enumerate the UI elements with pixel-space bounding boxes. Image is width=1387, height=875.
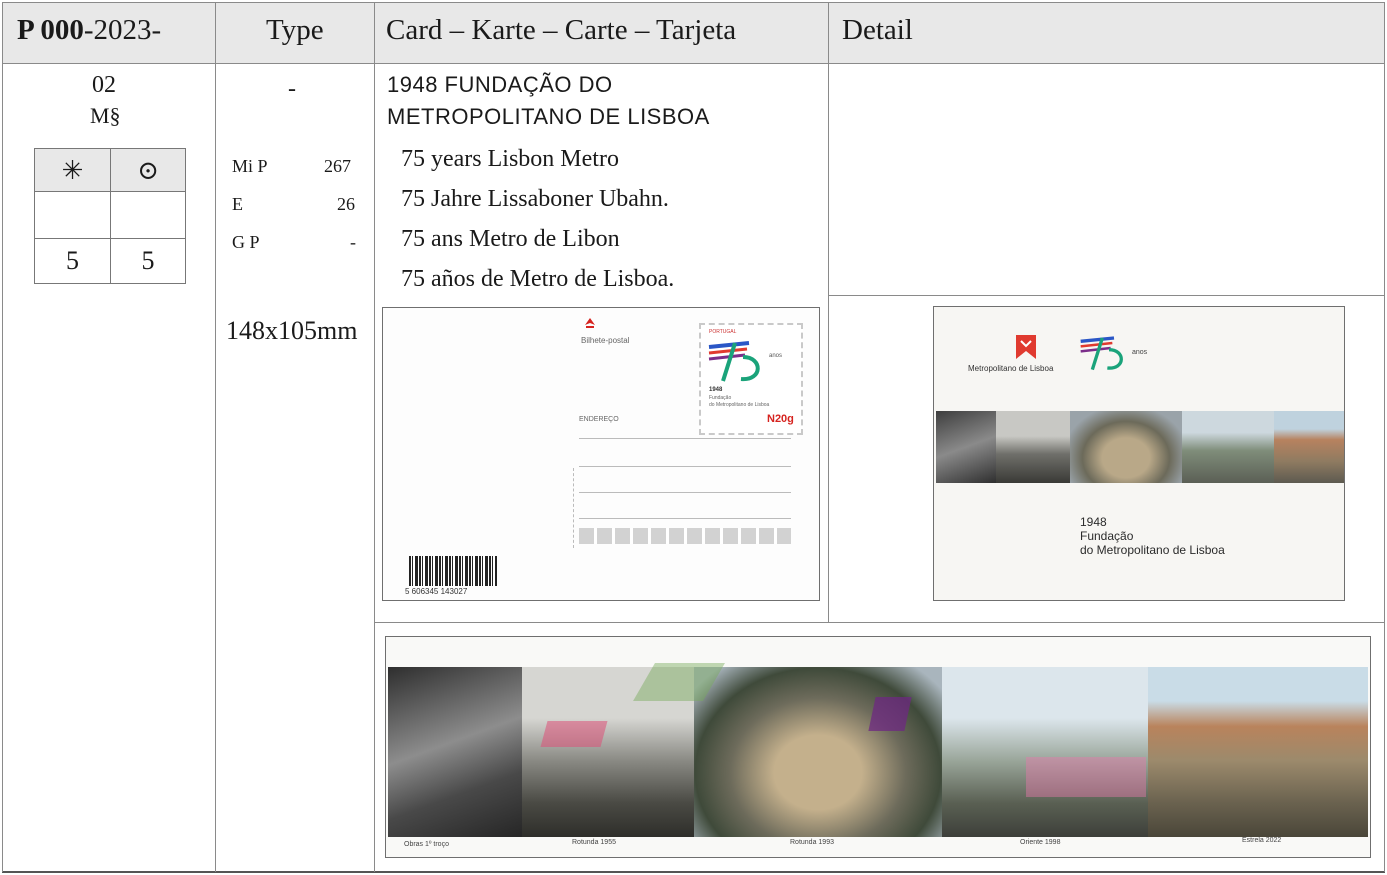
- stamp-country: PORTUGAL: [709, 329, 737, 335]
- mint-symbol: ✳: [34, 148, 111, 192]
- photo-1: [936, 411, 996, 483]
- caption-2: Rotunda 1955: [572, 839, 616, 846]
- stamp-year: 1948: [709, 387, 723, 393]
- catalog-mi-name: Mi P: [232, 156, 268, 176]
- photo-2: [996, 411, 1070, 483]
- card-title-line1: 1948 FUNDAÇÃO DO: [387, 72, 613, 97]
- detail-anos: anos: [1132, 349, 1148, 356]
- photo-strip-image: Obras 1º troço Rotunda 1955 Rotunda 1993…: [385, 636, 1371, 858]
- strip-photo-3: [694, 667, 942, 837]
- stamp-line1: Fundação: [709, 395, 732, 401]
- header-detail: Detail: [842, 14, 913, 46]
- postcard-label: Bilhete-postal: [581, 336, 630, 345]
- grid-line-strip-top: [374, 622, 1385, 623]
- seventy-five-logo-icon: [1080, 336, 1123, 371]
- seventy-five-logo-icon: [708, 341, 760, 382]
- detail-image: Metropolitano de Lisboa anos 1948 Fundaç…: [933, 306, 1345, 601]
- strip-photo-1: [388, 667, 522, 837]
- grid-line-bottom: [2, 871, 1385, 873]
- address-line: [579, 438, 791, 439]
- photo-4: [1182, 411, 1274, 483]
- detail-line1: Fundação: [1080, 529, 1134, 543]
- divider-line: [573, 468, 574, 548]
- grid-line-col1: [215, 2, 216, 872]
- printed-stamp: PORTUGAL anos 1948 Fundação do Metropoli…: [699, 323, 803, 435]
- detail-year: 1948: [1080, 515, 1107, 529]
- card-line-fr: 75 ans Metro de Libon: [401, 226, 620, 252]
- card-line-de: 75 Jahre Lissaboner Ubahn.: [401, 186, 669, 212]
- catalog-e-name: E: [232, 194, 243, 214]
- card-title-line2: METROPOLITANO DE LISBOA: [387, 104, 710, 129]
- header-type: Type: [266, 14, 324, 46]
- type-dash: -: [288, 76, 296, 102]
- card-size: 148x105mm: [226, 316, 358, 345]
- grid-line-header-bottom: [2, 63, 1385, 64]
- address-line: [579, 492, 791, 493]
- detail-line2: do Metropolitano de Lisboa: [1080, 543, 1225, 557]
- catalog-g-name: G P: [232, 232, 260, 252]
- grid-line-right: [1384, 2, 1385, 872]
- value-table: ✳ ⊙ 5 5: [34, 148, 186, 284]
- card-line-es: 75 años de Metro de Lisboa.: [401, 266, 675, 292]
- postcard-image: Bilhete-postal ENDEREÇO PORTUGAL anos 19…: [382, 307, 820, 601]
- stamp-value: N20g: [767, 413, 794, 425]
- caption-3: Rotunda 1993: [790, 839, 834, 846]
- address-label: ENDEREÇO: [579, 416, 619, 423]
- strip-photo-4: [942, 667, 1148, 837]
- postcode-boxes: [579, 528, 791, 544]
- caption-1: Obras 1º troço: [404, 841, 449, 848]
- wide-photo-strip: [388, 667, 1368, 837]
- grid-line-col3: [828, 2, 829, 622]
- used-value: 5: [110, 238, 186, 284]
- mint-value: 5: [34, 238, 111, 284]
- ctt-logo-icon: [585, 318, 595, 328]
- photo-5: [1274, 411, 1344, 483]
- address-line: [579, 466, 791, 467]
- catalog-mi-value: 267: [324, 156, 351, 176]
- decor-shape: [868, 697, 912, 731]
- caption-5: Estrela 2022: [1242, 837, 1282, 844]
- grid-line-top: [2, 2, 1385, 3]
- catalog-e-value: 26: [337, 194, 355, 214]
- barcode: [409, 556, 497, 586]
- decor-shape: [540, 721, 608, 747]
- empty-cell: [110, 191, 186, 239]
- catalog-g-value: -: [350, 232, 356, 252]
- barcode-number: 5 606345 143027: [405, 587, 468, 596]
- grid-line-detail-split: [828, 295, 1385, 296]
- ms-label: M§: [90, 103, 121, 128]
- metro-logo-icon: [1016, 335, 1036, 359]
- used-symbol: ⊙: [110, 148, 186, 192]
- card-line-en: 75 years Lisbon Metro: [401, 146, 619, 172]
- grid-line-col2: [374, 2, 375, 872]
- header-card: Card – Karte – Carte – Tarjeta: [386, 14, 737, 46]
- stamp-line2: do Metropolitano de Lisboa: [709, 402, 770, 408]
- photo-3: [1070, 411, 1182, 483]
- address-line: [579, 518, 791, 519]
- header-catalog-number: P 000-2023-: [17, 14, 162, 46]
- detail-photo-strip: [936, 411, 1344, 483]
- strip-photo-5: [1148, 667, 1368, 837]
- stamp-anos: anos: [769, 353, 783, 359]
- empty-cell: [34, 191, 111, 239]
- caption-4: Oriente 1998: [1020, 839, 1061, 846]
- grid-line-left: [2, 2, 3, 872]
- metro-brand: Metropolitano de Lisboa: [968, 364, 1054, 373]
- issue-number: 02: [92, 72, 116, 98]
- decor-shape: [1026, 757, 1146, 797]
